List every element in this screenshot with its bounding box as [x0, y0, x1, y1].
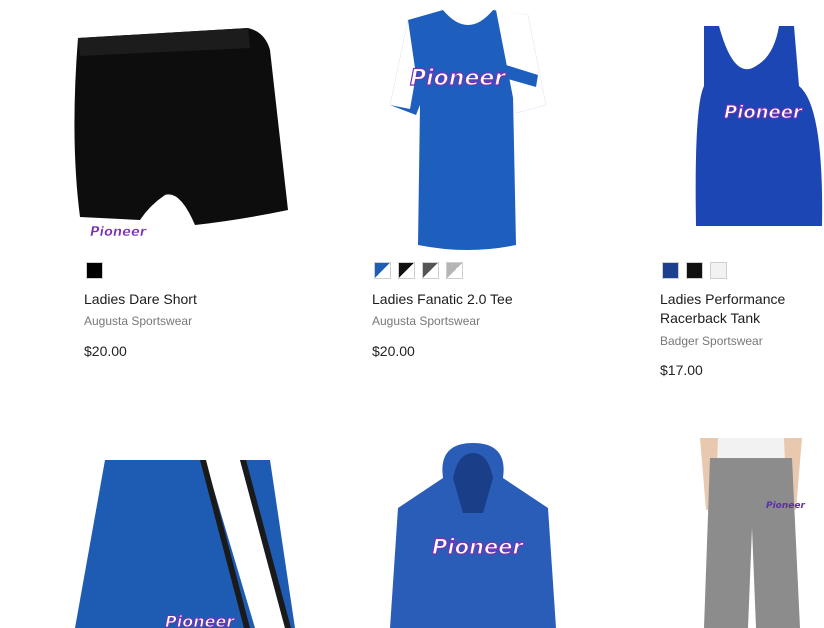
swatch-black[interactable] — [86, 262, 103, 279]
product-brand: Badger Sportswear — [660, 334, 763, 348]
pioneer-logo-icon: Pioneer — [410, 66, 506, 91]
pioneer-logo-icon: Pioneer — [165, 612, 235, 628]
product-image-fanatic-tee[interactable]: Pioneer — [388, 5, 548, 250]
pioneer-logo-icon: Pioneer — [90, 225, 148, 240]
swatch-royal[interactable] — [662, 262, 679, 279]
product-image-dare-short[interactable]: Pioneer — [70, 20, 300, 245]
pioneer-logo-icon: Pioneer — [766, 501, 805, 511]
product-price: $20.00 — [372, 343, 415, 359]
pioneer-logo-icon: Pioneer — [432, 535, 524, 559]
product-card-dare-short[interactable]: Pioneer Ladies Dare Short Augusta Sports… — [70, 20, 310, 380]
swatch-white[interactable] — [710, 262, 727, 279]
pioneer-logo-icon: Pioneer — [724, 102, 803, 123]
product-card-row2-hoodie[interactable]: Pioneer — [358, 438, 598, 628]
product-card-racerback-tank[interactable]: Pioneer Ladies Performance Racerback Tan… — [646, 20, 824, 380]
swatch-black-white[interactable] — [398, 262, 415, 279]
product-brand: Augusta Sportswear — [84, 314, 193, 328]
product-image-sweatpants[interactable]: Pioneer — [696, 438, 808, 628]
product-image-hoodie[interactable]: Pioneer — [388, 438, 558, 628]
product-name[interactable]: Ladies Fanatic 2.0 Tee — [372, 290, 572, 309]
product-price: $20.00 — [84, 343, 127, 359]
product-name[interactable]: Ladies Performance Racerback Tank — [660, 290, 810, 328]
product-card-row2-shorts[interactable]: Pioneer — [70, 455, 310, 628]
product-card-fanatic-tee[interactable]: Pioneer Ladies Fanatic 2.0 Tee Augusta S… — [358, 5, 598, 385]
swatch-black[interactable] — [686, 262, 703, 279]
product-name[interactable]: Ladies Dare Short — [84, 290, 284, 309]
product-image-racerback-tank[interactable]: Pioneer — [694, 26, 824, 226]
color-swatches — [662, 262, 727, 279]
color-swatches — [374, 262, 463, 279]
product-image-shorts[interactable]: Pioneer — [70, 455, 300, 628]
product-brand: Augusta Sportswear — [372, 314, 481, 328]
swatch-graphite-white[interactable] — [422, 262, 439, 279]
color-swatches — [86, 262, 103, 279]
swatch-royal-white[interactable] — [374, 262, 391, 279]
product-card-row2-sweatpants[interactable]: Pioneer — [646, 438, 824, 628]
swatch-silver-white[interactable] — [446, 262, 463, 279]
product-price: $17.00 — [660, 362, 703, 378]
